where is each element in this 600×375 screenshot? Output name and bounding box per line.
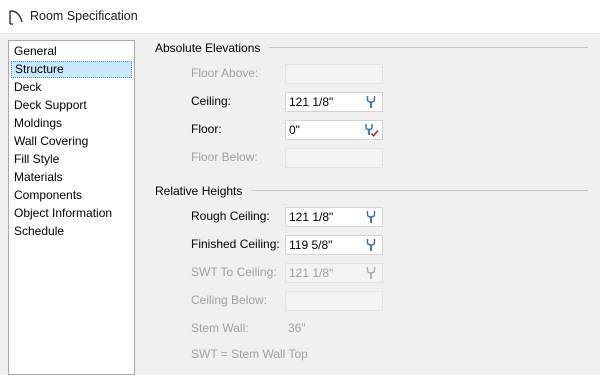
swt-to-ceiling-field: 121 1/8" [285,263,383,283]
category-list[interactable]: General Structure Deck Deck Support Mold… [8,40,135,375]
wrench-icon[interactable] [363,94,379,110]
stem-wall-value: 36" [288,321,306,335]
ceiling-field[interactable]: 121 1/8" [285,92,383,112]
rough-ceiling-label: Rough Ceiling: [191,209,270,223]
title-bar: Room Specification [0,0,600,34]
rough-ceiling-value[interactable]: 121 1/8" [289,210,333,225]
sidebar-item-general[interactable]: General [11,43,132,60]
floor-above-field [285,64,383,84]
floor-below-label: Floor Below: [191,150,258,164]
wrench-check-icon[interactable] [363,122,379,138]
floor-below-field [285,148,383,168]
floor-label: Floor: [191,122,222,136]
rough-ceiling-field[interactable]: 121 1/8" [285,207,383,227]
sidebar-item-schedule[interactable]: Schedule [11,223,132,240]
floor-value[interactable]: 0" [289,123,300,138]
swt-to-ceiling-label: SWT To Ceiling: [191,265,277,279]
stem-wall-label: Stem Wall: [191,321,249,335]
finished-ceiling-field[interactable]: 119 5/8" [285,235,383,255]
swt-to-ceiling-value: 121 1/8" [289,266,334,280]
finished-ceiling-value[interactable]: 119 5/8" [289,238,332,253]
sidebar-item-fill-style[interactable]: Fill Style [11,151,132,168]
floor-above-label: Floor Above: [191,66,259,80]
ceiling-label: Ceiling: [191,94,232,108]
sidebar-item-deck-support[interactable]: Deck Support [11,97,132,114]
room-app-icon [9,10,23,25]
sidebar-item-components[interactable]: Components [11,187,132,204]
ceiling-below-field [285,291,383,311]
ceiling-value[interactable]: 121 1/8" [289,95,333,110]
finished-ceiling-label: Finished Ceiling: [191,237,280,251]
ceiling-below-label: Ceiling Below: [191,293,268,307]
window-title: Room Specification [30,9,138,23]
absolute-elevations-header: Absolute Elevations [155,40,270,56]
wrench-icon[interactable] [363,209,379,225]
sidebar-item-object-information[interactable]: Object Information [11,205,132,222]
sidebar-item-wall-covering[interactable]: Wall Covering [11,133,132,150]
sidebar-item-moldings[interactable]: Moldings [11,115,132,132]
sidebar-item-materials[interactable]: Materials [11,169,132,186]
sidebar-item-deck[interactable]: Deck [11,79,132,96]
sidebar-item-structure[interactable]: Structure [11,61,132,78]
swt-note: SWT = Stem Wall Top [191,347,308,361]
wrench-icon [366,267,376,279]
floor-field[interactable]: 0" [285,120,383,140]
relative-heights-header: Relative Heights [155,183,252,199]
wrench-icon[interactable] [363,237,379,253]
